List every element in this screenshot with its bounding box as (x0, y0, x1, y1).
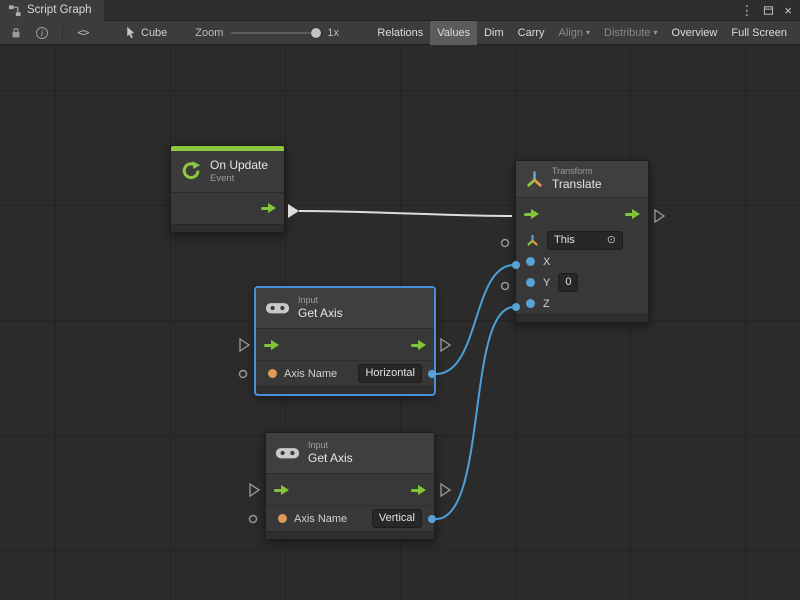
flow-out-port[interactable] (625, 208, 640, 220)
node-get-axis-vertical[interactable]: Input Get Axis Axis Name Vertical (265, 432, 435, 540)
flow-in-port[interactable] (274, 484, 289, 496)
zoom-control: Zoom 1x (195, 27, 339, 39)
graph-canvas[interactable]: On Update Event Transform Translate (0, 45, 800, 600)
node-translate[interactable]: Transform Translate This ⊙ X (515, 160, 649, 323)
tab-title: Script Graph (27, 4, 92, 16)
port-label-z: Z (543, 298, 550, 310)
selected-object-label: Cube (141, 27, 167, 39)
port-label-x: X (543, 256, 550, 268)
zoom-slider[interactable] (231, 32, 319, 34)
node-footer (266, 531, 434, 539)
string-port-icon[interactable] (278, 514, 287, 523)
value-port-icon[interactable] (526, 299, 535, 308)
graph-toolbar: i <> Cube Zoom 1x Relations Values Dim C… (0, 21, 800, 45)
carry-button[interactable]: Carry (511, 21, 552, 45)
node-title: Get Axis (308, 451, 353, 466)
flow-out-port[interactable] (261, 202, 276, 214)
node-title: Get Axis (298, 306, 343, 321)
node-category: Input (308, 440, 353, 451)
string-port-icon[interactable] (268, 369, 277, 378)
pointer-icon (125, 26, 136, 39)
window-titlebar: Script Graph ⋮ × (0, 0, 800, 21)
edit-source-icon[interactable]: <> (73, 24, 93, 42)
tab-script-graph[interactable]: Script Graph (0, 0, 104, 21)
window-close-icon[interactable]: × (784, 4, 792, 17)
window-layout-icon[interactable] (763, 5, 774, 16)
gamepad-icon (265, 300, 290, 316)
node-get-axis-horizontal[interactable]: Input Get Axis Axis Name Horizontal (255, 287, 435, 395)
flow-out-port[interactable] (411, 484, 426, 496)
info-icon[interactable]: i (32, 24, 52, 42)
align-dropdown[interactable]: Align ▾ (552, 21, 597, 45)
dim-button[interactable]: Dim (477, 21, 511, 45)
axis-name-field[interactable]: Horizontal (358, 364, 422, 383)
node-title: On Update (210, 158, 268, 173)
node-title: Translate (552, 177, 602, 192)
node-footer (516, 314, 648, 322)
selected-object-chip[interactable]: Cube (125, 26, 167, 39)
update-loop-icon (180, 160, 202, 182)
zoom-value: 1x (327, 27, 339, 39)
node-on-update[interactable]: On Update Event (170, 145, 285, 233)
lock-icon[interactable] (6, 24, 26, 42)
window-menu-icon[interactable]: ⋮ (740, 4, 753, 17)
flow-out-port[interactable] (411, 339, 426, 351)
value-port-icon[interactable] (526, 278, 535, 287)
flow-in-port[interactable] (264, 339, 279, 351)
overview-button[interactable]: Overview (665, 21, 725, 45)
transform-axes-icon (525, 170, 544, 189)
object-picker-icon[interactable]: ⊙ (607, 234, 616, 247)
script-graph-icon (8, 4, 21, 17)
values-button[interactable]: Values (430, 21, 477, 45)
y-value-field[interactable]: 0 (558, 273, 578, 292)
port-label-y: Y (543, 277, 550, 289)
this-object-field[interactable]: This ⊙ (547, 231, 623, 250)
gamepad-icon (275, 445, 300, 461)
value-port-icon[interactable] (526, 257, 535, 266)
transform-axes-icon (526, 234, 539, 247)
toolbar-buttons: Relations Values Dim Carry Align ▾ Distr… (370, 21, 794, 45)
axis-name-field[interactable]: Vertical (372, 509, 422, 528)
node-category: Input (298, 295, 343, 306)
node-footer (171, 224, 284, 232)
node-category: Transform (552, 166, 602, 177)
full-screen-button[interactable]: Full Screen (724, 21, 794, 45)
zoom-slider-handle[interactable] (311, 28, 321, 38)
distribute-dropdown[interactable]: Distribute ▾ (597, 21, 664, 45)
toolbar-separator (62, 26, 63, 40)
node-footer (256, 386, 434, 394)
axis-name-label: Axis Name (294, 513, 347, 525)
zoom-label: Zoom (195, 27, 223, 39)
chevron-down-icon: ▾ (654, 28, 658, 37)
axis-name-label: Axis Name (284, 368, 337, 380)
relations-button[interactable]: Relations (370, 21, 430, 45)
node-subtitle: Event (210, 173, 268, 185)
chevron-down-icon: ▾ (586, 28, 590, 37)
flow-in-port[interactable] (524, 208, 539, 220)
